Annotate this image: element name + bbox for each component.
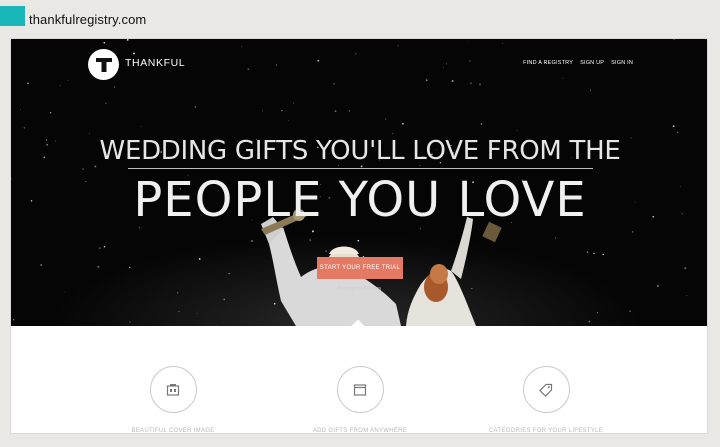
thankful-logo-icon[interactable] — [88, 49, 119, 80]
feature-label: BEAUTIFUL COVER IMAGE — [131, 428, 215, 434]
top-nav: FIND A REGISTRY SIGN UP SIGN IN — [523, 60, 633, 66]
cover-image-icon — [149, 366, 197, 413]
feature-label: ADD GIFTS FROM ANYWHERE — [312, 428, 408, 434]
nav-sign-in[interactable]: SIGN IN — [611, 60, 633, 66]
nav-find-registry[interactable]: FIND A REGISTRY — [523, 60, 573, 66]
feature-cover-image: BEAUTIFUL COVER IMAGE — [113, 366, 233, 434]
website-screenshot: THANKFUL FIND A REGISTRY SIGN UP SIGN IN… — [10, 38, 708, 434]
browser-window-icon — [336, 366, 384, 413]
nav-sign-up[interactable]: SIGN UP — [580, 60, 604, 66]
hero-headline-line1: WEDDING GIFTS YOU'LL LOVE FROM THE — [99, 136, 621, 166]
cta-subtext: & congratulations — [336, 286, 382, 292]
features-section: BEAUTIFUL COVER IMAGE ADD GIFTS FROM ANY… — [11, 326, 707, 434]
start-free-trial-button[interactable]: START YOUR FREE TRIAL — [317, 257, 403, 279]
browser-tab-accent — [0, 6, 25, 26]
headline-divider — [128, 168, 593, 169]
hero-headline-line2: PEOPLE YOU LOVE — [133, 172, 587, 228]
feature-categories: CATEGORIES FOR YOUR LIFESTYLE — [486, 366, 606, 434]
site-url: thankfulregistry.com — [29, 12, 147, 27]
feature-label: CATEGORIES FOR YOUR LIFESTYLE — [488, 428, 604, 434]
brand-name[interactable]: THANKFUL — [125, 57, 185, 69]
hero-section: THANKFUL FIND A REGISTRY SIGN UP SIGN IN… — [11, 39, 707, 326]
tag-icon — [522, 366, 570, 413]
feature-add-gifts: ADD GIFTS FROM ANYWHERE — [300, 366, 420, 434]
